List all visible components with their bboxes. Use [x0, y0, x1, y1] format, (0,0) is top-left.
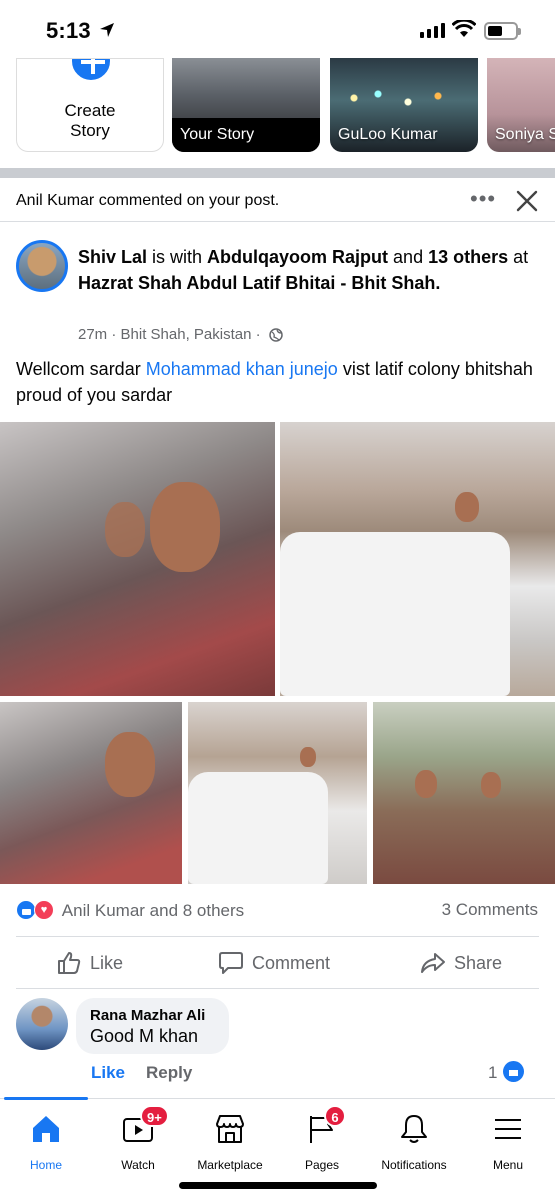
comment-like-icon — [503, 1061, 524, 1082]
status-bar: 5:13 — [0, 0, 555, 58]
comment-like-button[interactable]: Like — [91, 1063, 125, 1083]
battery-icon — [484, 22, 521, 40]
and-text: and — [388, 247, 429, 267]
commenter-name[interactable]: Rana Mazhar Ali — [90, 1007, 215, 1024]
story-name: GuLoo Kumar — [338, 126, 438, 143]
watch-badge: 9+ — [140, 1105, 169, 1127]
nav-watch[interactable]: 9+ Watch — [92, 1105, 184, 1172]
post-time: 27m — [78, 326, 108, 343]
create-story-card[interactable]: Create Story — [16, 58, 164, 152]
post-photo[interactable] — [0, 422, 275, 696]
nav-watch-label: Watch — [121, 1158, 155, 1172]
globe-icon — [269, 328, 283, 342]
place-link[interactable]: Hazrat Shah Abdul Latif Bhitai - Bhit Sh… — [78, 273, 440, 293]
nav-menu-label: Menu — [492, 1158, 524, 1172]
love-reaction-icon: ♥ — [34, 900, 54, 920]
like-label: Like — [90, 952, 124, 973]
author-name[interactable]: Shiv Lal — [78, 247, 147, 267]
author-avatar[interactable] — [16, 240, 68, 292]
stories-tray: Create Story Your Story GuLoo Kumar Soni… — [0, 58, 555, 168]
notification-header: Anil Kumar commented on your post. ••• — [0, 178, 555, 222]
nav-pages[interactable]: 6 Pages — [276, 1105, 368, 1172]
others-link[interactable]: 13 others — [428, 247, 508, 267]
close-icon[interactable] — [516, 190, 538, 212]
pages-badge: 6 — [324, 1105, 346, 1127]
share-label: Share — [454, 952, 503, 973]
post-photo[interactable] — [0, 702, 182, 884]
comments-count[interactable]: 3 Comments — [442, 900, 538, 920]
post-text-start: Wellcom sardar — [16, 359, 146, 379]
divider — [16, 988, 539, 989]
reactions-text: Anil Kumar and 8 others — [61, 901, 245, 920]
story-card[interactable]: Soniya S — [487, 58, 555, 152]
home-indicator — [179, 1182, 377, 1189]
at-text: at — [508, 247, 529, 267]
post-photo[interactable] — [280, 422, 555, 696]
post-photo[interactable] — [188, 702, 367, 884]
watch-icon: 9+ — [122, 1105, 169, 1145]
notification-text: Anil Kumar commented on your post. — [16, 192, 280, 209]
cellular-signal-icon — [420, 23, 445, 38]
story-name: Your Story — [180, 126, 255, 143]
home-icon — [30, 1113, 62, 1145]
post-meta: 27m · Bhit Shah, Pakistan · — [78, 326, 283, 343]
story-name: Soniya S — [495, 126, 555, 143]
is-with-text: is with — [147, 247, 208, 267]
create-story-label: Create Story — [64, 101, 116, 140]
nav-home[interactable]: Home — [0, 1113, 92, 1172]
tagged-person[interactable]: Abdulqayoom Rajput — [207, 247, 388, 267]
comment-bubble[interactable]: Rana Mazhar Ali Good M khan — [76, 998, 229, 1054]
plus-icon — [69, 59, 113, 83]
comment-button[interactable]: Comment — [218, 948, 330, 978]
story-card[interactable]: GuLoo Kumar — [330, 58, 478, 152]
more-options-icon[interactable]: ••• — [470, 188, 496, 210]
post-photo[interactable] — [373, 702, 555, 884]
post-header: Shiv Lal is with Abdulqayoom Rajput and … — [78, 244, 538, 296]
share-icon — [421, 953, 445, 973]
divider — [16, 936, 539, 937]
mention-link[interactable]: Mohammad khan junejo — [146, 359, 338, 379]
story-card[interactable]: Your Story — [172, 58, 320, 152]
post-text: Wellcom sardar Mohammad khan junejo vist… — [16, 356, 541, 408]
status-time: 5:13 — [46, 18, 91, 43]
nav-marketplace-label: Marketplace — [197, 1158, 263, 1172]
nav-notifications[interactable]: Notifications — [368, 1113, 460, 1172]
marketplace-icon — [214, 1113, 246, 1145]
wifi-icon — [452, 20, 476, 37]
comment-like-count: 1 — [488, 1063, 498, 1082]
bell-icon — [398, 1113, 430, 1145]
nav-home-label: Home — [29, 1158, 62, 1172]
like-reaction-icon — [16, 900, 36, 920]
nav-marketplace[interactable]: Marketplace — [184, 1113, 276, 1172]
hamburger-icon — [492, 1113, 524, 1145]
commenter-avatar[interactable] — [16, 998, 68, 1050]
location-arrow-icon — [100, 23, 114, 37]
post-location[interactable]: Bhit Shah, Pakistan — [121, 326, 252, 343]
nav-menu[interactable]: Menu — [462, 1113, 554, 1172]
like-button[interactable]: Like — [56, 948, 123, 978]
active-tab-indicator — [4, 1097, 88, 1100]
thumbs-up-icon — [58, 952, 81, 974]
section-divider — [0, 168, 555, 178]
reactions-summary[interactable]: ♥ Anil Kumar and 8 others — [16, 900, 244, 921]
share-button[interactable]: Share — [420, 948, 502, 978]
comment-text: Good M khan — [90, 1026, 199, 1046]
nav-pages-label: Pages — [304, 1158, 340, 1172]
comment-icon — [219, 952, 243, 974]
comment-reply-button[interactable]: Reply — [146, 1063, 192, 1083]
comment-label: Comment — [252, 952, 331, 973]
flag-icon: 6 — [306, 1105, 346, 1145]
nav-notifications-label: Notifications — [381, 1158, 447, 1172]
